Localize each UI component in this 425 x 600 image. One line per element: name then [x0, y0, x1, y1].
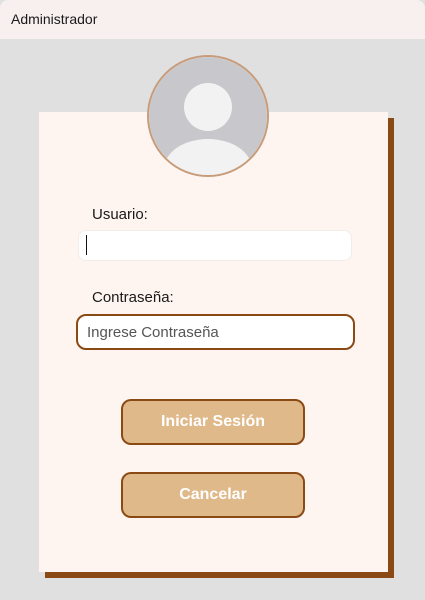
title-bar: Administrador [0, 0, 425, 39]
window-title: Administrador [11, 11, 98, 27]
password-input[interactable] [76, 314, 355, 350]
password-label: Contraseña: [92, 289, 174, 306]
login-window: Administrador Usuario: Contraseña: Inici… [0, 0, 425, 600]
username-input[interactable] [78, 230, 352, 261]
text-cursor [86, 235, 87, 255]
username-label: Usuario: [92, 206, 148, 223]
login-button[interactable]: Iniciar Sesión [121, 399, 305, 445]
user-avatar-icon [147, 55, 269, 177]
cancel-button[interactable]: Cancelar [121, 472, 305, 518]
